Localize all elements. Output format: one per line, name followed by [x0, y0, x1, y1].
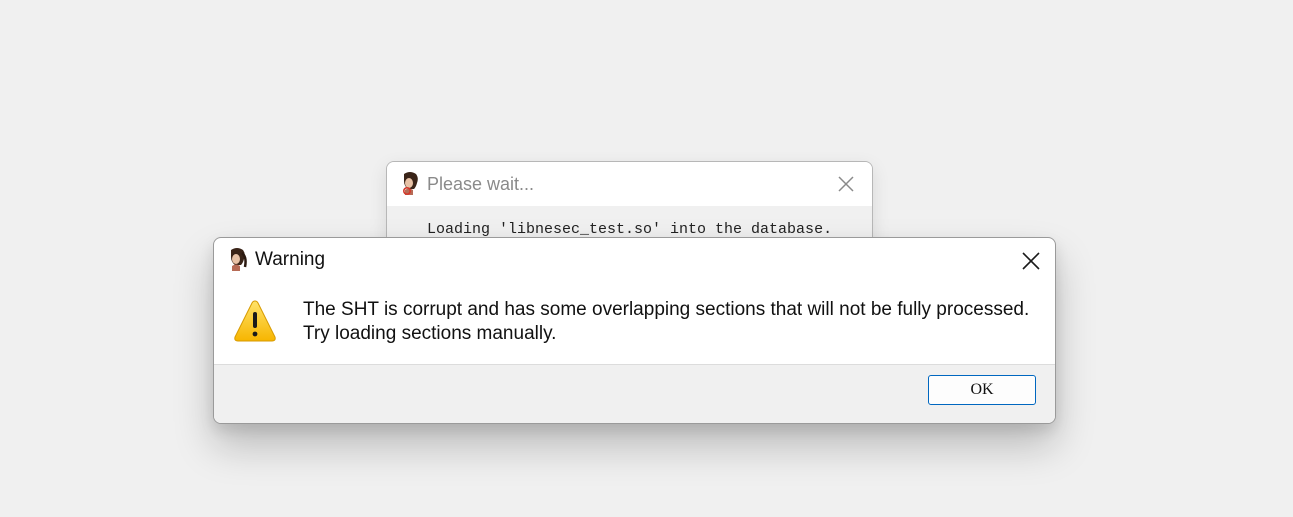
- warning-message-line: Try loading sections manually.: [303, 323, 557, 344]
- warning-dialog-title: Warning: [255, 249, 326, 270]
- ok-button[interactable]: OK: [928, 375, 1036, 405]
- warning-message: The SHT is corrupt and has some overlapp…: [303, 298, 1029, 346]
- close-icon[interactable]: [1020, 250, 1042, 272]
- please-wait-titlebar: Please wait...: [387, 162, 872, 206]
- please-wait-title: Please wait...: [427, 174, 535, 194]
- ida-avatar-icon: [403, 172, 418, 195]
- ida-avatar-icon: [231, 248, 247, 271]
- warning-dialog: Warning The SHT is corrupt and has some …: [213, 237, 1056, 424]
- close-icon[interactable]: [836, 174, 856, 194]
- warning-message-line: The SHT is corrupt and has some overlapp…: [303, 299, 1030, 320]
- please-wait-message: Loading 'libnesec_test.so' into the data…: [427, 221, 833, 238]
- warning-triangle-icon: [234, 300, 276, 342]
- desktop-background: Please wait... Loading 'libnesec_test.so…: [0, 0, 1293, 517]
- warning-dialog-footer: OK: [214, 364, 1055, 423]
